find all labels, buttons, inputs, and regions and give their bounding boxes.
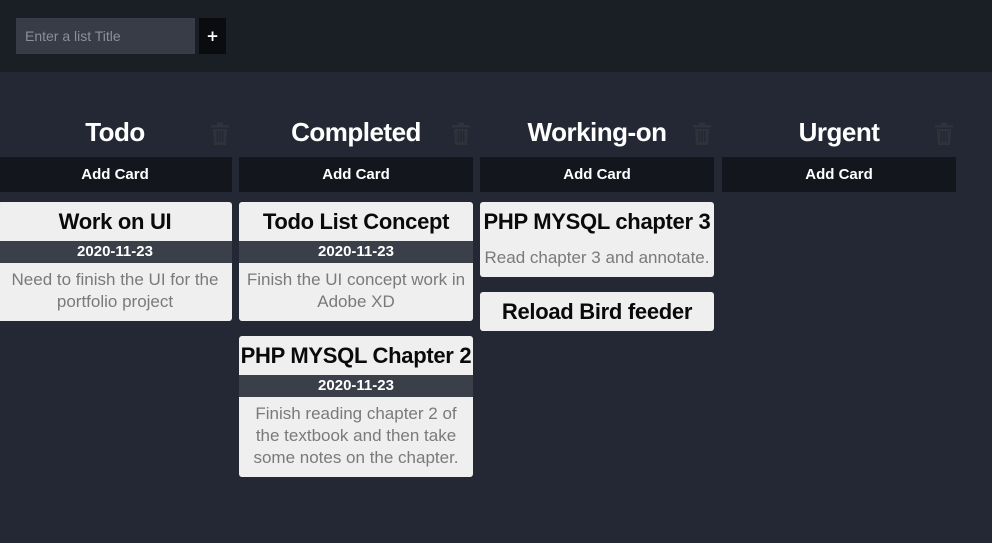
card[interactable]: Reload Bird feeder [480,292,714,331]
card-list: Work on UI 2020-11-23 Need to finish the… [0,202,232,321]
list-title: Urgent [798,117,880,147]
list-completed: Completed Add Card Todo List Concept 202… [239,108,473,492]
list-header: Todo [0,108,232,157]
list-title-input[interactable] [16,18,195,54]
trash-icon[interactable] [210,122,230,146]
list-title: Completed [291,117,421,147]
card-title: PHP MYSQL chapter 3 [483,209,711,234]
list-todo: Todo Add Card Work on UI 2020-11-23 Need… [0,108,232,336]
list-header: Urgent [722,108,956,157]
card-title: Work on UI [58,209,172,234]
card[interactable]: PHP MYSQL Chapter 2 2020-11-23 Finish re… [239,336,473,477]
card-description: Finish the UI concept work in Adobe XD [246,270,466,311]
add-list-button[interactable]: + [199,18,226,54]
list-urgent: Urgent Add Card [722,108,956,202]
top-bar: + [0,0,992,72]
trash-icon[interactable] [934,122,954,146]
card-date: 2020-11-23 [239,241,473,263]
list-header: Working-on [480,108,714,157]
add-card-button[interactable]: Add Card [0,157,232,192]
card-title: PHP MYSQL Chapter 2 [240,343,472,368]
list-title: Working-on [527,117,667,147]
trash-icon[interactable] [451,122,471,146]
list-title: Todo [85,117,145,147]
card-date: 2020-11-23 [239,375,473,397]
card-description: Read chapter 3 and annotate. [484,248,710,267]
card-list: PHP MYSQL chapter 3 Read chapter 3 and a… [480,202,714,331]
add-card-button[interactable]: Add Card [722,157,956,192]
list-working-on: Working-on Add Card PHP MYSQL chapter 3 … [480,108,714,346]
add-card-button[interactable]: Add Card [480,157,714,192]
card[interactable]: Todo List Concept 2020-11-23 Finish the … [239,202,473,321]
card-description: Finish reading chapter 2 of the textbook… [253,404,459,467]
trash-icon[interactable] [692,122,712,146]
card-date: 2020-11-23 [0,241,232,263]
card-description: Need to finish the UI for the portfolio … [11,270,219,311]
card[interactable]: Work on UI 2020-11-23 Need to finish the… [0,202,232,321]
card[interactable]: PHP MYSQL chapter 3 Read chapter 3 and a… [480,202,714,277]
card-list: Todo List Concept 2020-11-23 Finish the … [239,202,473,477]
card-title: Reload Bird feeder [501,299,693,324]
add-card-button[interactable]: Add Card [239,157,473,192]
list-header: Completed [239,108,473,157]
card-title: Todo List Concept [262,209,450,234]
